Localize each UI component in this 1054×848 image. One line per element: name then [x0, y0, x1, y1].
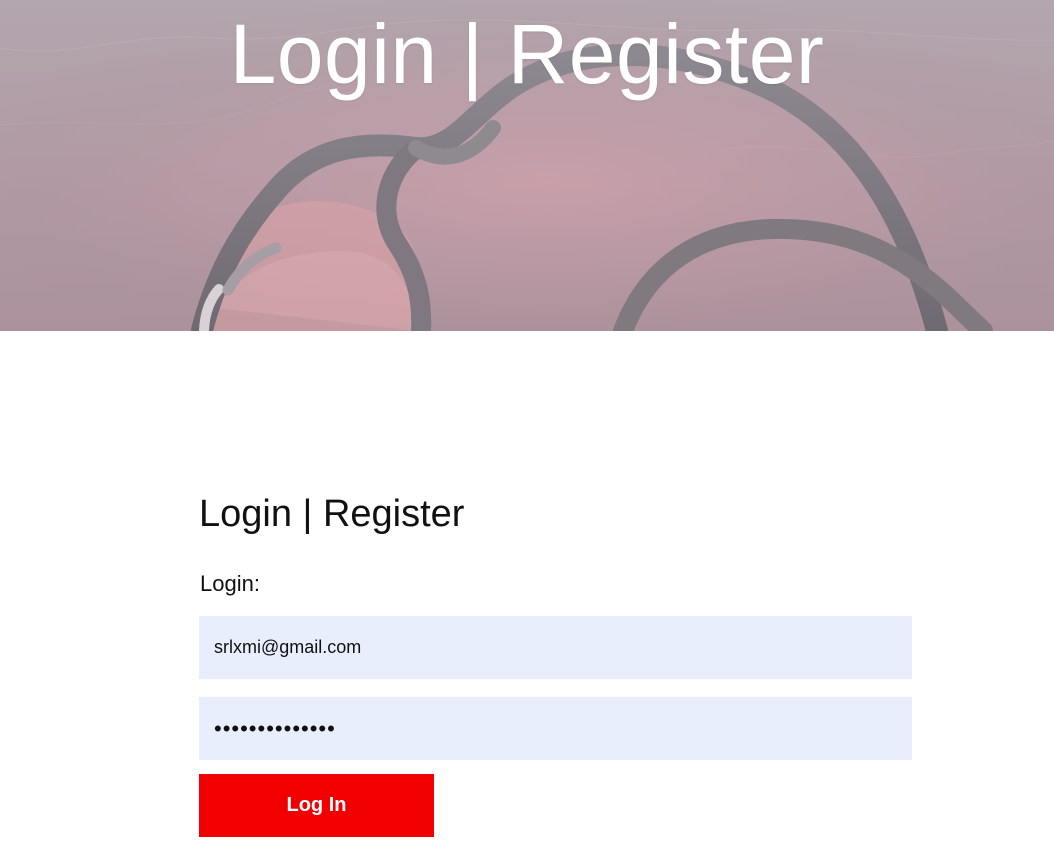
login-button[interactable]: Log In [199, 774, 434, 837]
password-field[interactable] [199, 697, 912, 760]
email-field[interactable] [199, 616, 912, 679]
hero-title: Login | Register [229, 7, 825, 101]
hero-banner: Login | Register [0, 0, 1054, 331]
login-label: Login: [200, 571, 260, 596]
page-title: Login | Register [199, 493, 465, 535]
login-form-section: Login | Register Login: Log In [199, 490, 912, 837]
